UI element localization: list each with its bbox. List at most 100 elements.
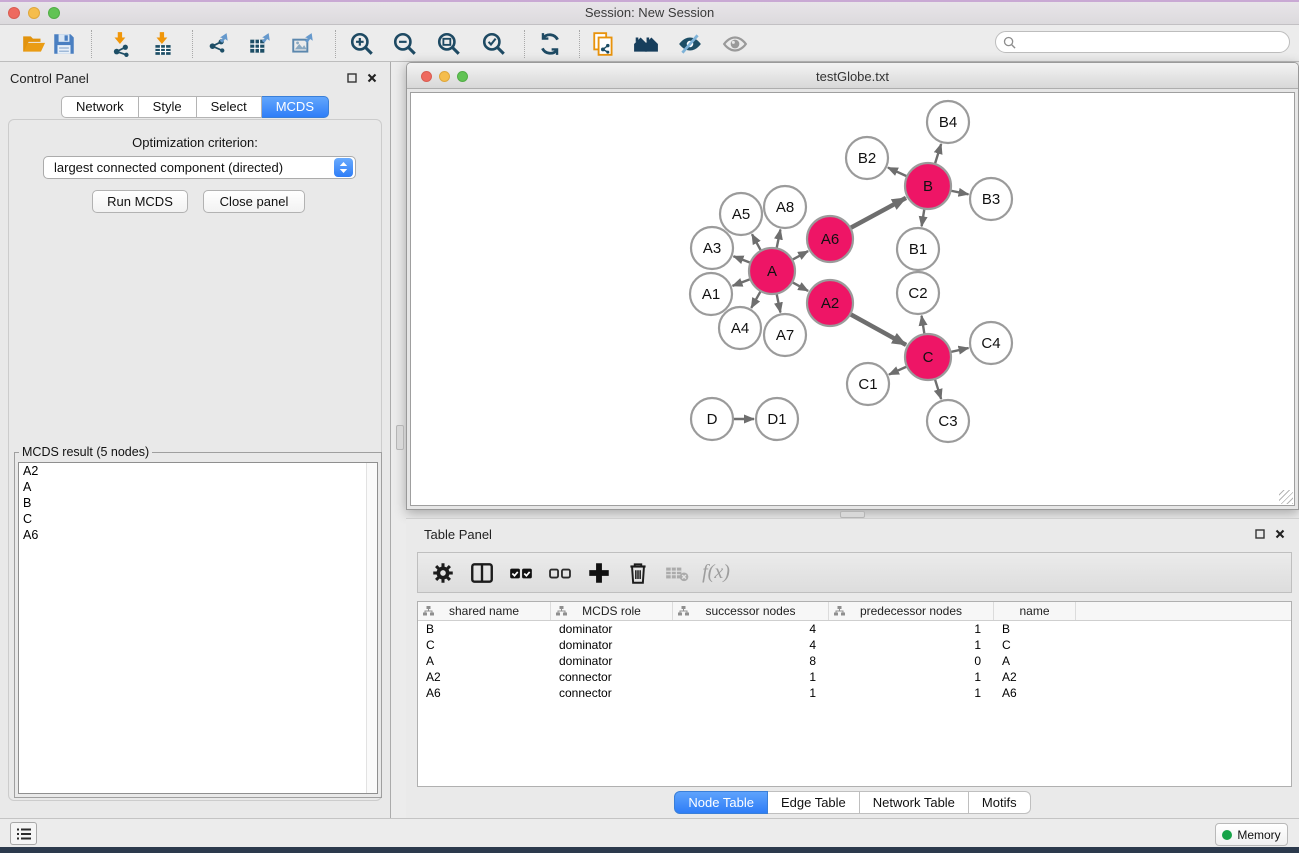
- graph-node-B1[interactable]: B1: [897, 228, 939, 270]
- deselect-all-icon[interactable]: [547, 560, 573, 586]
- result-item[interactable]: A: [19, 479, 377, 495]
- search-field[interactable]: [995, 31, 1290, 53]
- network-canvas[interactable]: B4 B2 B B3 A5A8A6 A3 B1 A A1 C2 A2 A4A7 C C4 C1 C3 D D1: [410, 92, 1295, 506]
- result-item[interactable]: A2: [19, 463, 377, 479]
- column-header-successor-nodes[interactable]: successor nodes: [673, 602, 829, 620]
- duplicate-network-icon[interactable]: [590, 30, 618, 58]
- import-table-icon[interactable]: [149, 30, 177, 58]
- graph-edge-B-B4[interactable]: [934, 144, 941, 166]
- result-item[interactable]: A6: [19, 527, 377, 543]
- run-mcds-button[interactable]: Run MCDS: [92, 190, 188, 213]
- mcds-result-list[interactable]: A2ABCA6: [18, 462, 378, 794]
- column-header-MCDS-role[interactable]: MCDS role: [551, 602, 673, 620]
- graph-node-A5[interactable]: A5: [720, 193, 762, 235]
- graph-node-A4[interactable]: A4: [719, 307, 761, 349]
- create-column-plus-icon[interactable]: [586, 560, 612, 586]
- graph-edge-A-A1[interactable]: [733, 278, 753, 285]
- network-graph[interactable]: B4 B2 B B3 A5A8A6 A3 B1 A A1 C2 A2 A4A7 C C4 C1 C3 D D1: [411, 93, 1296, 507]
- table-settings-gear-icon[interactable]: [430, 560, 456, 586]
- graph-node-C[interactable]: C: [905, 334, 951, 380]
- graph-edge-B-B2[interactable]: [888, 168, 909, 178]
- graph-edge-A6-B[interactable]: [848, 198, 906, 229]
- graph-edge-C-C1[interactable]: [889, 366, 909, 375]
- graph-edge-A-A5[interactable]: [752, 234, 762, 252]
- table-row[interactable]: Bdominator41B: [418, 621, 1291, 637]
- import-network-icon[interactable]: [107, 30, 135, 58]
- save-session-icon[interactable]: [50, 30, 78, 58]
- graph-node-C1[interactable]: C1: [847, 363, 889, 405]
- zoom-out-icon[interactable]: [391, 30, 419, 58]
- graph-node-C4[interactable]: C4: [970, 322, 1012, 364]
- tab-edge-table[interactable]: Edge Table: [768, 791, 860, 814]
- graph-node-A2[interactable]: A2: [807, 280, 853, 326]
- vertical-splitter-handle[interactable]: [396, 425, 404, 450]
- graph-node-D[interactable]: D: [691, 398, 733, 440]
- horizontal-splitter-handle[interactable]: [840, 511, 865, 518]
- graph-node-A7[interactable]: A7: [764, 314, 806, 356]
- graph-edge-C-C2[interactable]: [922, 316, 925, 337]
- select-all-icon[interactable]: [508, 560, 534, 586]
- export-network-icon[interactable]: [205, 30, 233, 58]
- graph-edge-A-A8[interactable]: [776, 230, 780, 251]
- table-row[interactable]: A2connector11A2: [418, 669, 1291, 685]
- graph-node-D1[interactable]: D1: [756, 398, 798, 440]
- tab-mcds[interactable]: MCDS: [262, 96, 329, 118]
- tab-network[interactable]: Network: [61, 96, 139, 118]
- graph-node-B[interactable]: B: [905, 163, 951, 209]
- graph-node-A6[interactable]: A6: [807, 216, 853, 262]
- close-panel-button[interactable]: Close panel: [203, 190, 305, 213]
- close-panel-icon[interactable]: [366, 72, 378, 84]
- task-history-button[interactable]: [10, 822, 37, 845]
- search-input[interactable]: [1016, 35, 1289, 49]
- first-neighbors-icon[interactable]: [632, 30, 660, 58]
- graph-node-C2[interactable]: C2: [897, 272, 939, 314]
- column-header-name[interactable]: name: [994, 602, 1076, 620]
- tab-motifs[interactable]: Motifs: [969, 791, 1031, 814]
- float-table-panel-icon[interactable]: [1254, 528, 1266, 540]
- optimization-criterion-select[interactable]: largest connected component (directed): [43, 156, 356, 179]
- graph-node-B4[interactable]: B4: [927, 101, 969, 143]
- network-window-titlebar[interactable]: testGlobe.txt: [407, 63, 1298, 89]
- tab-style[interactable]: Style: [139, 96, 197, 118]
- graph-edge-A-A4[interactable]: [751, 289, 761, 308]
- delete-column-trash-icon[interactable]: [625, 560, 651, 586]
- result-item[interactable]: B: [19, 495, 377, 511]
- show-columns-icon[interactable]: [469, 560, 495, 586]
- hide-selected-icon[interactable]: [676, 30, 704, 58]
- graph-edge-C-C3[interactable]: [934, 377, 941, 399]
- graph-node-C3[interactable]: C3: [927, 400, 969, 442]
- resize-grip-icon[interactable]: [1279, 490, 1293, 504]
- graph-node-label: C4: [981, 335, 1000, 352]
- graph-node-A[interactable]: A: [749, 248, 795, 294]
- close-table-panel-icon[interactable]: [1274, 528, 1286, 540]
- graph-edge-A2-C[interactable]: [848, 313, 906, 345]
- refresh-icon[interactable]: [536, 30, 564, 58]
- tab-node-table[interactable]: Node Table: [674, 791, 768, 814]
- network-window-title: testGlobe.txt: [407, 69, 1298, 84]
- float-panel-icon[interactable]: [346, 72, 358, 84]
- tab-network-table[interactable]: Network Table: [860, 791, 969, 814]
- zoom-selected-icon[interactable]: [480, 30, 508, 58]
- zoom-fit-icon[interactable]: [435, 30, 463, 58]
- graph-node-B3[interactable]: B3: [970, 178, 1012, 220]
- graph-edge-A-A7[interactable]: [776, 292, 780, 313]
- column-header-shared-name[interactable]: shared name: [418, 602, 551, 620]
- show-all-icon[interactable]: [721, 30, 749, 58]
- graph-node-A1[interactable]: A1: [690, 273, 732, 315]
- column-header-predecessor-nodes[interactable]: predecessor nodes: [829, 602, 994, 620]
- export-image-icon[interactable]: [289, 30, 317, 58]
- main-toolbar: [0, 26, 1299, 62]
- graph-node-A3[interactable]: A3: [691, 227, 733, 269]
- memory-button[interactable]: Memory: [1215, 823, 1288, 846]
- table-row[interactable]: Cdominator41C: [418, 637, 1291, 653]
- graph-node-B2[interactable]: B2: [846, 137, 888, 179]
- open-file-icon[interactable]: [20, 30, 48, 58]
- export-table-icon[interactable]: [246, 30, 274, 58]
- tab-select[interactable]: Select: [197, 96, 262, 118]
- scrollbar-track[interactable]: [366, 463, 377, 793]
- table-row[interactable]: A6connector11A6: [418, 685, 1291, 701]
- table-row[interactable]: Adominator80A: [418, 653, 1291, 669]
- zoom-in-icon[interactable]: [348, 30, 376, 58]
- graph-node-A8[interactable]: A8: [764, 186, 806, 228]
- result-item[interactable]: C: [19, 511, 377, 527]
